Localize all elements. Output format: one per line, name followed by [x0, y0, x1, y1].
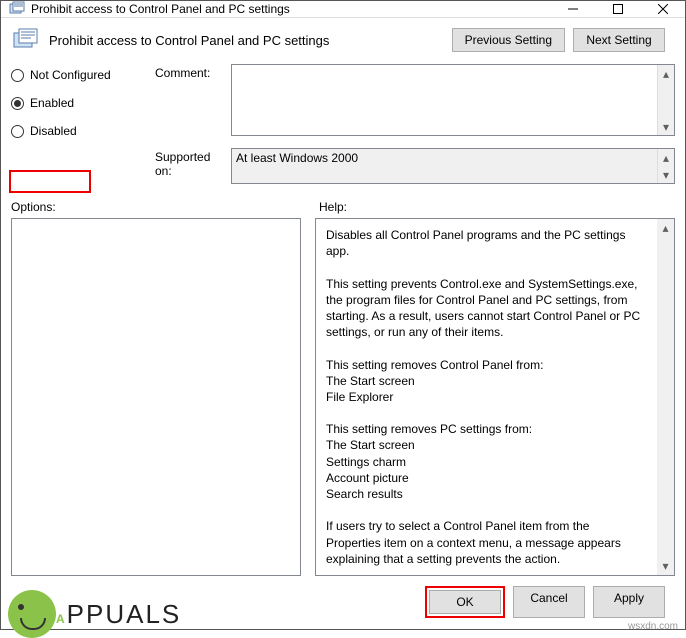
scroll-up-icon[interactable]: ▴ — [658, 65, 674, 82]
help-label: Help: — [319, 200, 675, 214]
radio-circle — [11, 69, 24, 82]
watermark-text: APPUALS — [56, 599, 181, 630]
highlight-ok: OK — [425, 586, 505, 618]
radio-label: Enabled — [30, 96, 74, 110]
state-radios: Not Configured Enabled Disabled — [11, 64, 151, 138]
scroll-down-icon[interactable]: ▾ — [657, 558, 674, 575]
comment-label: Comment: — [155, 64, 227, 80]
previous-setting-button[interactable]: Previous Setting — [452, 28, 565, 52]
appuals-face-icon — [8, 590, 56, 638]
window-controls — [550, 1, 685, 17]
apply-button[interactable]: Apply — [593, 586, 665, 618]
app-icon — [9, 1, 25, 17]
radio-label: Disabled — [30, 124, 77, 138]
supported-field-wrap: At least Windows 2000 ▴▾ — [231, 148, 675, 184]
header-strip: Prohibit access to Control Panel and PC … — [1, 18, 685, 62]
maximize-button[interactable] — [595, 1, 640, 17]
policy-icon — [11, 26, 43, 54]
next-setting-button[interactable]: Next Setting — [573, 28, 665, 52]
scroll-down-icon[interactable]: ▾ — [658, 118, 674, 135]
policy-editor-window: Prohibit access to Control Panel and PC … — [0, 0, 686, 630]
comment-field-wrap: ▴▾ — [231, 64, 675, 136]
titlebar: Prohibit access to Control Panel and PC … — [1, 1, 685, 18]
scroll-down-icon[interactable]: ▾ — [658, 166, 674, 183]
attribution: wsxdn.com — [628, 621, 678, 632]
supported-label: Supported on: — [155, 148, 227, 178]
options-label: Options: — [11, 200, 311, 214]
policy-name: Prohibit access to Control Panel and PC … — [49, 33, 452, 48]
scroll-up-icon[interactable]: ▴ — [658, 149, 674, 166]
radio-circle — [11, 125, 24, 138]
radio-disabled[interactable]: Disabled — [11, 124, 151, 138]
help-body[interactable]: Disables all Control Panel programs and … — [316, 219, 657, 575]
minimize-button[interactable] — [550, 1, 595, 17]
radio-circle — [11, 97, 24, 110]
options-body — [12, 219, 300, 575]
radio-enabled[interactable]: Enabled — [11, 96, 151, 110]
content-area: Not Configured Enabled Disabled Comment:… — [1, 62, 685, 636]
watermark-logo: APPUALS — [8, 590, 181, 638]
options-panel — [11, 218, 301, 576]
window-title: Prohibit access to Control Panel and PC … — [31, 2, 550, 16]
help-panel: Disables all Control Panel programs and … — [315, 218, 675, 576]
scroll-up-icon[interactable]: ▴ — [657, 219, 674, 236]
close-button[interactable] — [640, 1, 685, 17]
supported-field: At least Windows 2000 — [232, 149, 657, 183]
radio-label: Not Configured — [30, 68, 111, 82]
cancel-button[interactable]: Cancel — [513, 586, 585, 618]
radio-not-configured[interactable]: Not Configured — [11, 68, 151, 82]
comment-field[interactable] — [232, 65, 657, 135]
ok-button[interactable]: OK — [429, 590, 501, 614]
